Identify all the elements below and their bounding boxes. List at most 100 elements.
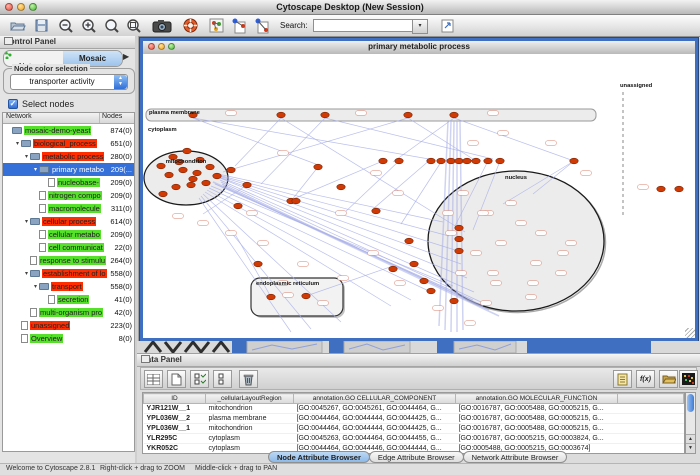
table-cell[interactable]: [GO:0044464, GO:0044444, GO:0044425, G..… [294, 424, 456, 434]
network-node[interactable] [372, 208, 380, 214]
snapshot-icon[interactable] [150, 17, 174, 34]
tree-row[interactable]: ▾primary metabo209(... [3, 163, 134, 176]
table-column-header[interactable] [618, 394, 684, 404]
table-cell[interactable]: YJR121W__1 [144, 404, 206, 414]
network-node[interactable] [463, 158, 471, 164]
network-node[interactable] [314, 164, 322, 170]
network-node[interactable] [213, 173, 221, 179]
network-node[interactable] [395, 158, 403, 164]
select-nodes-checkbox[interactable]: ✓ [8, 99, 18, 109]
table-cell[interactable] [618, 444, 684, 454]
tree-row[interactable]: ▾biological_process651(0) [3, 137, 134, 150]
tree-row[interactable]: ▾metabolic process280(0) [3, 150, 134, 163]
network-node[interactable] [189, 176, 197, 182]
table-column-header[interactable]: _cellularLayoutRegion [206, 394, 294, 404]
table-cell[interactable]: YLR295C [144, 434, 206, 444]
network-node[interactable] [447, 158, 455, 164]
table-column-header[interactable]: annotation.GO MOLECULAR_FUNCTION [456, 394, 618, 404]
scrollbar-thumb[interactable] [687, 394, 694, 412]
network-node[interactable] [165, 172, 173, 178]
network-node[interactable] [183, 148, 191, 154]
network-node[interactable] [455, 158, 463, 164]
network-node[interactable] [254, 261, 262, 267]
network-node[interactable] [450, 298, 458, 304]
tree-row[interactable]: Overview8(0) [3, 332, 134, 345]
network-node[interactable] [179, 167, 187, 173]
table-cell[interactable] [618, 424, 684, 434]
network-node[interactable] [227, 167, 235, 173]
table-cell[interactable]: YPL036W__1 [144, 424, 206, 434]
search-input[interactable] [313, 19, 415, 32]
table-cell[interactable]: YPL036W__2 [144, 414, 206, 424]
attribute-editor-icon[interactable] [613, 370, 632, 388]
tree-row[interactable]: ▾establishment of lo558(0) [3, 267, 134, 280]
network-node[interactable] [472, 158, 480, 164]
tree-row[interactable]: ▾cellular process614(0) [3, 215, 134, 228]
network-node[interactable] [337, 184, 345, 190]
table-cell[interactable]: [GO:0016787, GO:0005488, GO:0005215, G..… [456, 404, 618, 414]
table-cell[interactable] [618, 404, 684, 414]
network-overview-icon[interactable] [206, 17, 226, 34]
network-window-titlebar[interactable]: primary metabolic process [143, 41, 695, 55]
help-icon[interactable] [180, 17, 200, 34]
network-node[interactable] [302, 293, 310, 299]
select-all-attributes-icon[interactable] [144, 370, 163, 388]
zoom-out-icon[interactable] [56, 17, 76, 34]
new-attribute-icon[interactable] [167, 370, 186, 388]
table-cell[interactable]: [GO:0044464, GO:0044444, GO:0044425, G..… [294, 414, 456, 424]
network-node[interactable] [657, 186, 665, 192]
network-node[interactable] [455, 236, 463, 242]
delete-attribute-icon[interactable] [239, 370, 258, 388]
tab-node-attribute-browser[interactable]: Node Attribute Browser [268, 451, 370, 463]
network-node[interactable] [427, 158, 435, 164]
tab-scroll-right-icon[interactable]: ▶ [123, 52, 129, 61]
table-row[interactable]: YPL036W__1mitochondrion[GO:0044464, GO:0… [144, 424, 684, 434]
network-node[interactable] [427, 288, 435, 294]
expand-arrow-icon[interactable]: ▾ [32, 166, 39, 173]
network-node[interactable] [277, 112, 285, 118]
expand-arrow-icon[interactable]: ▾ [32, 283, 39, 290]
table-cell[interactable]: [GO:0045267, GO:0045261, GO:0044464, G..… [294, 404, 456, 414]
table-row[interactable]: YLR295Ccytoplasm[GO:0045263, GO:0044464,… [144, 434, 684, 444]
table-cell[interactable]: mitochondrion [206, 424, 294, 434]
tree-header-nodes[interactable]: Nodes [100, 113, 134, 123]
network-node[interactable] [450, 112, 458, 118]
network-node[interactable] [410, 261, 418, 267]
network-node[interactable] [675, 186, 683, 192]
network-node[interactable] [455, 225, 463, 231]
table-column-header[interactable]: ID [144, 394, 206, 404]
network-node[interactable] [157, 163, 165, 169]
tree-row[interactable]: cellular metabo209(0) [3, 228, 134, 241]
enhanced-search-icon[interactable] [438, 17, 458, 34]
network-node[interactable] [234, 203, 242, 209]
select-attributes-icon[interactable] [190, 370, 209, 388]
search-dropdown-icon[interactable]: ▾ [412, 19, 428, 34]
node-color-select[interactable]: transporter activity ▲▼ [10, 74, 128, 90]
tree-header-network[interactable]: Network [3, 113, 100, 123]
table-cell[interactable]: cytoplasm [206, 434, 294, 444]
table-cell[interactable] [618, 434, 684, 444]
network-node[interactable] [267, 294, 275, 300]
table-row[interactable]: YJR121W__1mitochondrion[GO:0045267, GO:0… [144, 404, 684, 414]
tree-row[interactable]: multi-organism pro42(0) [3, 306, 134, 319]
float-panel-icon[interactable] [4, 37, 13, 45]
tree-row[interactable]: nitrogen compo209(0) [3, 189, 134, 202]
zoom-selected-icon[interactable] [124, 17, 144, 34]
table-cell[interactable]: YDR039C__1 [144, 454, 206, 455]
network-node[interactable] [172, 184, 180, 190]
tree-row[interactable]: cell communicat22(0) [3, 241, 134, 254]
network-node[interactable] [321, 112, 329, 118]
network-node[interactable] [193, 170, 201, 176]
zoom-in-icon[interactable] [79, 17, 99, 34]
network-node[interactable] [292, 198, 300, 204]
network-node[interactable] [159, 191, 167, 197]
network-node[interactable] [206, 164, 214, 170]
unselect-attributes-icon[interactable] [213, 370, 232, 388]
tree-row[interactable]: response to stimulu264(0) [3, 254, 134, 267]
tree-row[interactable]: macromolecule311(0) [3, 202, 134, 215]
zoom-fit-icon[interactable] [102, 17, 122, 34]
table-cell[interactable]: plasma membrane [206, 414, 294, 424]
vizmapper-icon[interactable] [229, 17, 249, 34]
open-icon[interactable] [8, 17, 28, 34]
network-node[interactable] [389, 266, 397, 272]
